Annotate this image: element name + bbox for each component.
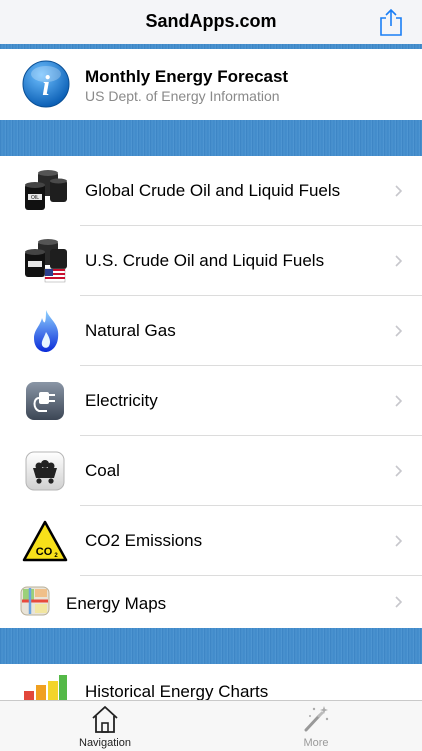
tab-more[interactable]: More	[271, 701, 361, 751]
svg-text:OIL: OIL	[31, 195, 39, 201]
chevron-right-icon	[395, 255, 402, 267]
electric-plug-icon	[26, 382, 64, 420]
tab-label: Navigation	[79, 737, 131, 749]
chevron-right-icon	[395, 325, 402, 337]
oil-barrels-icon: OIL	[25, 170, 67, 210]
map-icon	[20, 586, 50, 616]
svg-text:CO: CO	[36, 546, 53, 558]
chevron-right-icon	[395, 185, 402, 197]
list-item-natural-gas[interactable]: Natural Gas	[0, 296, 422, 366]
list-item-label: Energy Maps	[66, 594, 167, 613]
share-icon[interactable]	[378, 8, 404, 36]
magic-wand-icon	[304, 706, 329, 732]
chevron-right-icon	[395, 535, 402, 547]
list-item-co2-emissions[interactable]: CO 2 CO2 Emissions	[0, 506, 422, 576]
navbar-title: SandApps.com	[145, 11, 277, 31]
home-icon	[92, 706, 118, 733]
list-item-label: U.S. Crude Oil and Liquid Fuels	[85, 251, 325, 270]
list-item-global-crude-oil[interactable]: OIL Global Crude Oil and Liquid Fuels	[0, 156, 422, 226]
chevron-right-icon	[395, 395, 402, 407]
monthly-energy-forecast-header[interactable]: i Monthly Energy Forecast US Dept. of En…	[0, 49, 422, 120]
gas-flame-icon	[34, 310, 59, 352]
header-title: Monthly Energy Forecast	[85, 67, 289, 86]
list-item-label: Coal	[85, 461, 120, 480]
list-item-label: Historical Energy Charts	[85, 682, 269, 701]
list-item-us-crude-oil[interactable]: U.S. Crude Oil and Liquid Fuels	[0, 226, 422, 296]
list-item-label: Natural Gas	[85, 321, 176, 340]
co2-warning-icon: CO 2	[22, 520, 68, 562]
tab-label: More	[303, 737, 329, 749]
list-item-energy-maps[interactable]: Energy Maps	[0, 576, 422, 628]
bar-chart-icon	[24, 675, 67, 700]
list-item-label: CO2 Emissions	[85, 531, 203, 550]
svg-text:i: i	[42, 71, 50, 102]
header-subtitle: US Dept. of Energy Information	[85, 88, 280, 104]
list-item-label: Global Crude Oil and Liquid Fuels	[85, 181, 341, 200]
chevron-right-icon	[395, 465, 402, 477]
list-item-electricity[interactable]: Electricity	[0, 366, 422, 436]
chevron-right-icon	[395, 596, 402, 608]
us-oil-barrels-icon	[25, 239, 67, 283]
tab-bar: Navigation More	[0, 700, 422, 751]
list-item-label: Electricity	[85, 391, 158, 410]
navigation-bar: SandApps.com	[0, 0, 422, 45]
section-band	[0, 120, 422, 156]
section-band	[0, 628, 422, 664]
list-item-coal[interactable]: Coal	[0, 436, 422, 506]
coal-cart-icon	[25, 451, 65, 491]
info-icon: i	[22, 60, 70, 108]
tab-navigation[interactable]: Navigation	[60, 701, 150, 751]
list-item-historical-energy-charts[interactable]: Historical Energy Charts	[0, 664, 422, 701]
